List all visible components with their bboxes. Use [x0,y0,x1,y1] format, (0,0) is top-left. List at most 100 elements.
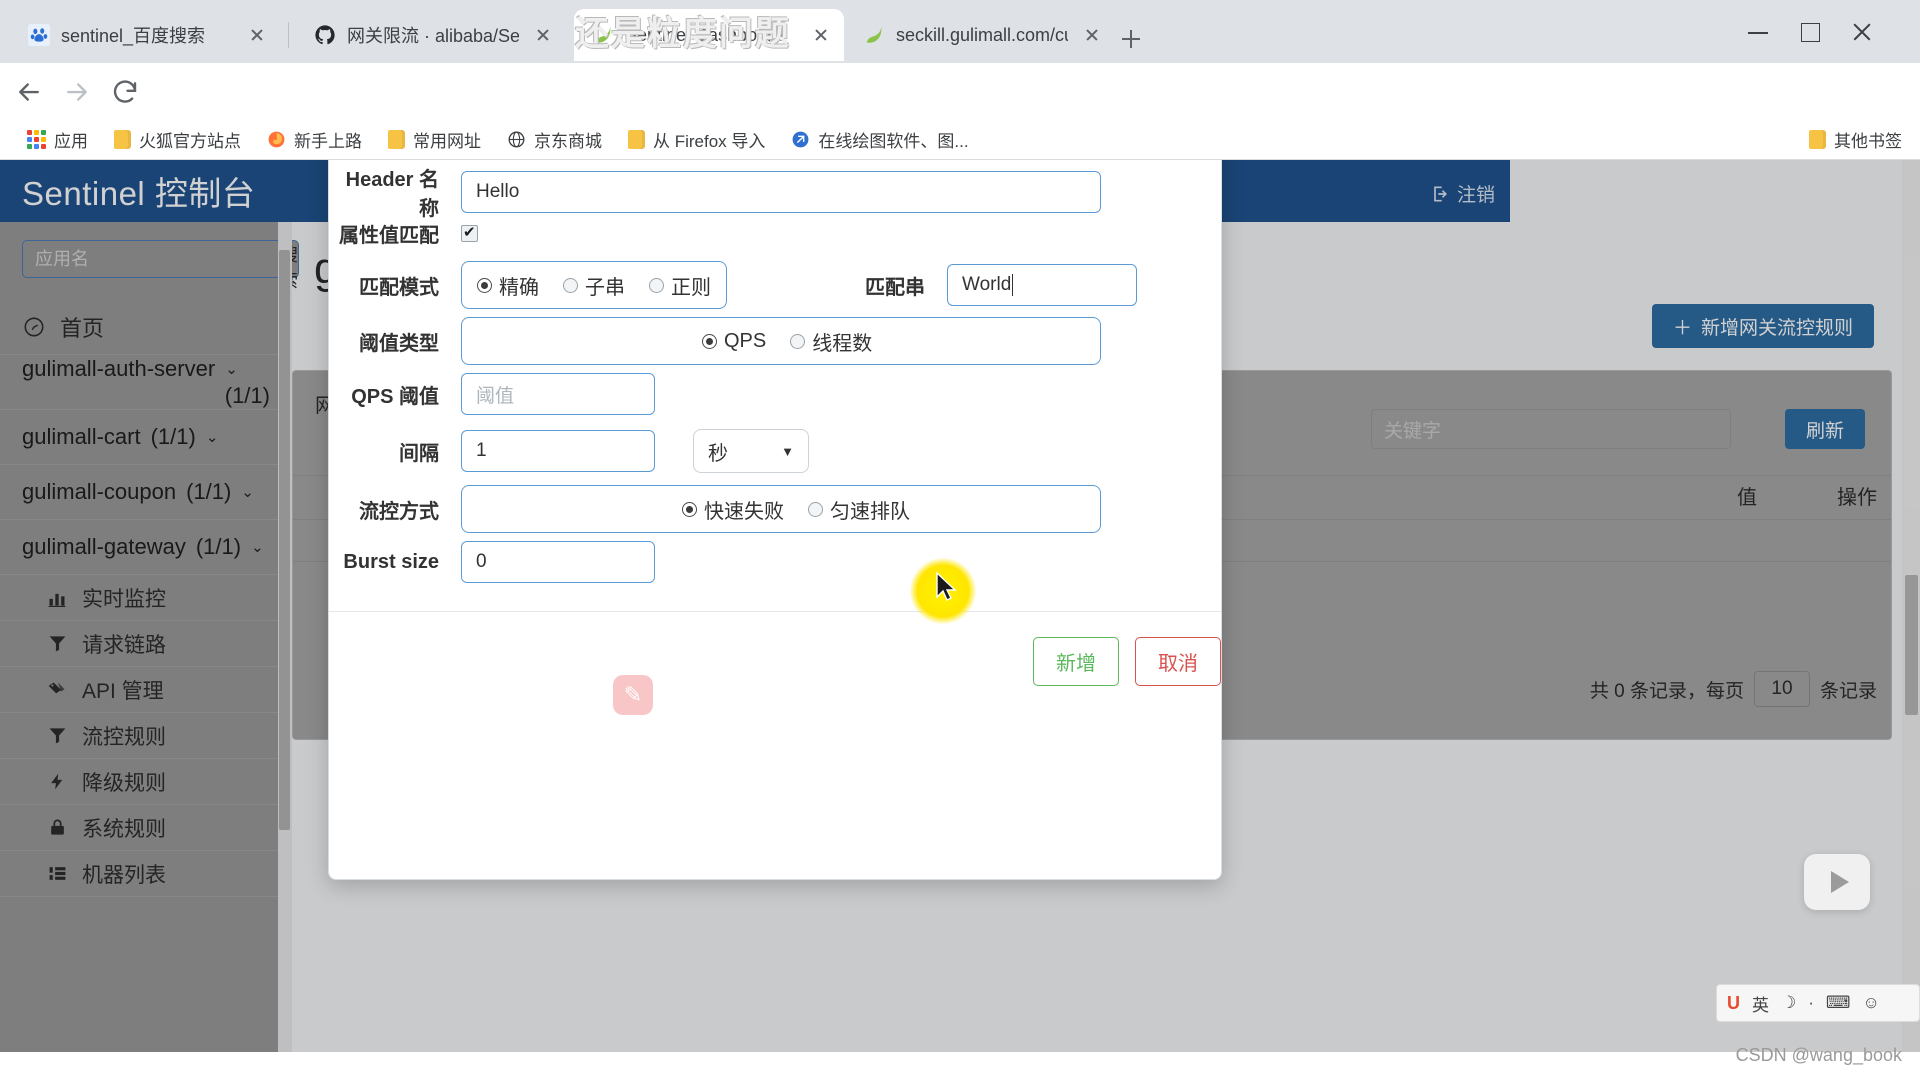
form-row-interval: 间隔 1 秒 ▼ [329,429,1221,473]
folder-icon [114,130,131,149]
radio-selected-icon [682,502,697,517]
threshold-type-label: 阈值类型 [329,327,461,356]
bookmark-drawing-app[interactable]: 在线绘图软件、图... [778,124,981,156]
bookmark-label: 在线绘图软件、图... [818,127,968,152]
radio-selected-icon [477,278,492,293]
qps-threshold-label: QPS 阈值 [329,380,461,409]
jd-globe-icon [507,130,526,149]
bookmark-label: 其他书签 [1834,127,1902,152]
flow-control-option-rate-limiter[interactable]: 匀速排队 [808,495,910,524]
threshold-type-radio-group[interactable]: QPS 线程数 [461,317,1101,365]
taskbar-strip [0,1052,1920,1080]
browser-tab-0[interactable]: sentinel_百度搜索 [10,9,280,61]
burst-size-label: Burst size [329,551,461,574]
threshold-type-option-qps[interactable]: QPS [702,330,766,353]
match-mode-radio-group[interactable]: 精确 子串 正则 [461,261,727,309]
radio-icon [790,334,805,349]
ime-emoji-icon[interactable]: ☺ [1862,993,1879,1013]
apps-grid-icon [27,130,46,149]
form-row-header-name: Header 名称 Hello [329,163,1221,221]
bookmark-other[interactable]: 其他书签 [1809,127,1902,152]
firefox-icon [267,130,286,149]
add-flow-rule-modal: Header 名称 Hello 属性值匹配 匹配模式 [328,160,1222,880]
burst-size-input[interactable]: 0 [461,541,655,583]
tab-close-icon[interactable] [244,22,270,48]
back-button[interactable] [14,77,44,107]
watermark-credit: CSDN @wang_book [1736,1045,1902,1066]
bookmark-jd[interactable]: 京东商城 [494,124,615,156]
browser-tab-label: 网关限流 · alibaba/Sentinel Wi [347,22,519,48]
modal-body: Header 名称 Hello 属性值匹配 匹配模式 [329,160,1221,879]
window-minimize-button[interactable] [1746,20,1770,44]
form-row-match-mode: 匹配模式 精确 子串 [329,261,1221,309]
match-mode-option-exact[interactable]: 精确 [477,271,539,300]
qps-threshold-input[interactable]: 阈值 [461,373,655,415]
ime-logo-icon: U [1727,993,1740,1014]
radio-icon [808,502,823,517]
attr-match-checkbox[interactable] [461,225,478,242]
option-label: 线程数 [812,327,872,356]
bookmark-getting-started[interactable]: 新手上路 [254,124,375,156]
bookmark-label: 常用网址 [413,127,481,152]
match-string-value: World [962,274,1011,296]
radio-icon [563,278,578,293]
browser-tab-1[interactable]: 网关限流 · alibaba/Sentinel Wi [296,9,566,61]
option-label: 快速失败 [704,495,784,524]
match-mode-option-substring[interactable]: 子串 [563,271,625,300]
reload-button[interactable] [110,77,140,107]
play-button-overlay[interactable] [1804,854,1870,910]
tab-close-icon[interactable] [808,22,834,48]
form-row-attr-match: 属性值匹配 [329,219,1221,248]
match-mode-option-regex[interactable]: 正则 [649,271,711,300]
tab-close-icon[interactable] [530,22,556,48]
browser-toolbar: localhost:8333/#/dashboard/gateway/flow/… [0,63,1920,120]
bookmark-label: 京东商城 [534,127,602,152]
ime-keyboard-icon[interactable]: ⌨ [1826,993,1851,1013]
browser-tab-strip: sentinel_百度搜索 网关限流 · alibaba/Sentinel Wi… [0,0,1920,63]
drawing-app-icon [791,130,810,149]
modal-divider [329,611,1221,612]
video-caption: 还是粒度问题 [575,6,791,55]
window-controls [1720,0,1920,63]
bookmark-common-sites[interactable]: 常用网址 [375,124,494,156]
interval-unit-select[interactable]: 秒 ▼ [693,429,809,473]
forward-button[interactable] [62,77,92,107]
browser-tab-label: sentinel_百度搜索 [61,22,233,48]
form-row-qps-threshold: QPS 阈值 阈值 [329,373,1221,415]
bookmark-firefox-site[interactable]: 火狐官方站点 [101,124,254,156]
match-mode-label: 匹配模式 [329,271,461,300]
option-label: 正则 [671,271,711,300]
threshold-type-option-threads[interactable]: 线程数 [790,327,872,356]
bookmark-import-firefox[interactable]: 从 Firefox 导入 [615,124,778,156]
github-icon [314,24,336,46]
header-name-input[interactable]: Hello [461,171,1101,213]
interval-input[interactable]: 1 [461,430,655,472]
confirm-button[interactable]: 新增 [1033,637,1119,686]
match-string-input[interactable]: World [947,264,1137,306]
browser-tab-3[interactable]: seckill.gulimall.com/currentSe [845,9,1115,61]
cancel-button[interactable]: 取消 [1135,637,1221,686]
bookmark-apps[interactable]: 应用 [14,124,101,156]
flow-control-radio-group[interactable]: 快速失败 匀速排队 [461,485,1101,533]
bookmarks-bar: 应用 火狐官方站点 新手上路 常用网址 京东商城 从 [0,120,1920,160]
page-viewport: Sentinel 控制台 注销 搜索 首页 [0,160,1920,1060]
match-string-label: 匹配串 [797,271,947,300]
bookmark-label: 应用 [54,127,88,152]
bookmark-label: 新手上路 [294,127,362,152]
interval-label: 间隔 [329,437,461,466]
spring-leaf-icon [863,24,885,46]
new-tab-button[interactable] [1114,22,1148,56]
folder-icon [388,130,405,149]
attr-match-label: 属性值匹配 [329,219,461,248]
window-close-button[interactable] [1850,20,1874,44]
flow-control-option-fast-fail[interactable]: 快速失败 [682,495,784,524]
ime-dot-icon[interactable]: · [1808,993,1814,1013]
ime-toolbar[interactable]: U 英 ☽ · ⌨ ☺ [1716,984,1920,1022]
window-maximize-button[interactable] [1798,20,1822,44]
bookmark-label: 火狐官方站点 [139,127,241,152]
header-name-label: Header 名称 [329,163,461,221]
ime-language-label[interactable]: 英 [1752,991,1769,1016]
ime-moon-icon[interactable]: ☽ [1781,993,1796,1013]
tab-close-icon[interactable] [1079,22,1105,48]
annotation-pen-badge: ✎ [613,675,653,715]
